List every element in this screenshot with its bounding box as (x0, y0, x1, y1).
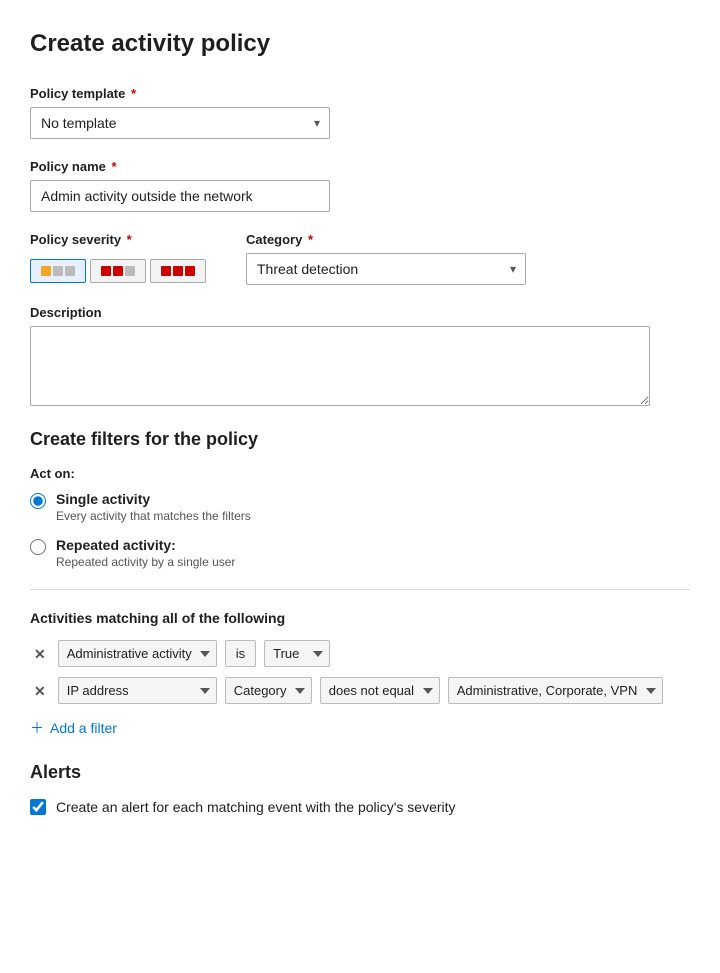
severity-dot-6 (125, 266, 135, 276)
single-activity-desc: Every activity that matches the filters (56, 509, 251, 523)
policy-template-group: Policy template * No template Admin acti… (30, 86, 690, 139)
category-group: Category * Threat detection Access contr… (246, 232, 526, 285)
remove-filter-2-button[interactable]: ✕ (30, 682, 50, 700)
severity-label: Policy severity * (30, 232, 206, 247)
severity-category-row: Policy severity * Category * (30, 232, 690, 285)
repeated-activity-desc: Repeated activity by a single user (56, 555, 235, 569)
severity-group: Policy severity * (30, 232, 206, 283)
alert-checkbox-label[interactable]: Create an alert for each matching event … (56, 799, 456, 815)
single-activity-option[interactable]: Single activity Every activity that matc… (30, 491, 690, 523)
severity-dot-2 (53, 266, 63, 276)
description-group: Description (30, 305, 690, 409)
page-title: Create activity policy (30, 30, 690, 58)
policy-template-select[interactable]: No template Admin activity outside the n… (30, 107, 330, 139)
filter-2-field1-select[interactable]: IP address Administrative activity User (58, 677, 217, 704)
filter-1-value-select[interactable]: True False (264, 640, 330, 667)
repeated-activity-option[interactable]: Repeated activity: Repeated activity by … (30, 537, 690, 569)
severity-medium-button[interactable] (90, 259, 146, 283)
policy-name-input[interactable] (30, 180, 330, 212)
filter-2-value-select[interactable]: Administrative, Corporate, VPN Corporate… (448, 677, 663, 704)
remove-filter-1-button[interactable]: ✕ (30, 645, 50, 663)
filter-row-2: ✕ IP address Administrative activity Use… (30, 677, 690, 704)
policy-name-label: Policy name * (30, 159, 690, 174)
category-label: Category * (246, 232, 526, 247)
filters-section: Create filters for the policy Act on: Si… (30, 429, 690, 569)
repeated-activity-label: Repeated activity: (56, 537, 235, 553)
activities-matching-title: Activities matching all of the following (30, 610, 690, 626)
alerts-section: Alerts Create an alert for each matching… (30, 762, 690, 815)
severity-dot-8 (173, 266, 183, 276)
severity-dot-4 (101, 266, 111, 276)
alert-checkbox[interactable] (30, 799, 46, 815)
policy-name-group: Policy name * (30, 159, 690, 212)
policy-template-select-wrapper: No template Admin activity outside the n… (30, 107, 330, 139)
filter-1-field-select[interactable]: Administrative activity IP address User (58, 640, 217, 667)
severity-dot-3 (65, 266, 75, 276)
filter-2-operator-select[interactable]: does not equal equals contains (320, 677, 440, 704)
activities-matching-section: Activities matching all of the following… (30, 610, 690, 742)
severity-high-button[interactable] (150, 259, 206, 283)
severity-dot-5 (113, 266, 123, 276)
description-textarea[interactable] (30, 326, 650, 406)
category-select[interactable]: Threat detection Access control Complian… (246, 253, 526, 285)
repeated-activity-radio[interactable] (30, 539, 46, 555)
divider (30, 589, 690, 590)
alert-checkbox-row: Create an alert for each matching event … (30, 799, 690, 815)
add-filter-button[interactable]: ＋ Add a filter (30, 714, 117, 742)
single-activity-radio[interactable] (30, 493, 46, 509)
severity-dot-7 (161, 266, 171, 276)
severity-dot-1 (41, 266, 51, 276)
description-label: Description (30, 305, 690, 320)
act-on-label: Act on: (30, 466, 690, 481)
add-filter-plus-icon: ＋ (30, 718, 44, 738)
add-filter-label: Add a filter (50, 720, 117, 736)
single-activity-label: Single activity (56, 491, 251, 507)
filter-row-1: ✕ Administrative activity IP address Use… (30, 640, 690, 667)
alerts-title: Alerts (30, 762, 690, 783)
filter-2-field2-select[interactable]: Category Range Tag (225, 677, 312, 704)
filter-1-is-label: is (225, 640, 256, 667)
filters-title: Create filters for the policy (30, 429, 690, 450)
policy-template-label: Policy template * (30, 86, 690, 101)
severity-low-button[interactable] (30, 259, 86, 283)
severity-dot-9 (185, 266, 195, 276)
severity-buttons (30, 259, 206, 283)
category-select-wrapper: Threat detection Access control Complian… (246, 253, 526, 285)
